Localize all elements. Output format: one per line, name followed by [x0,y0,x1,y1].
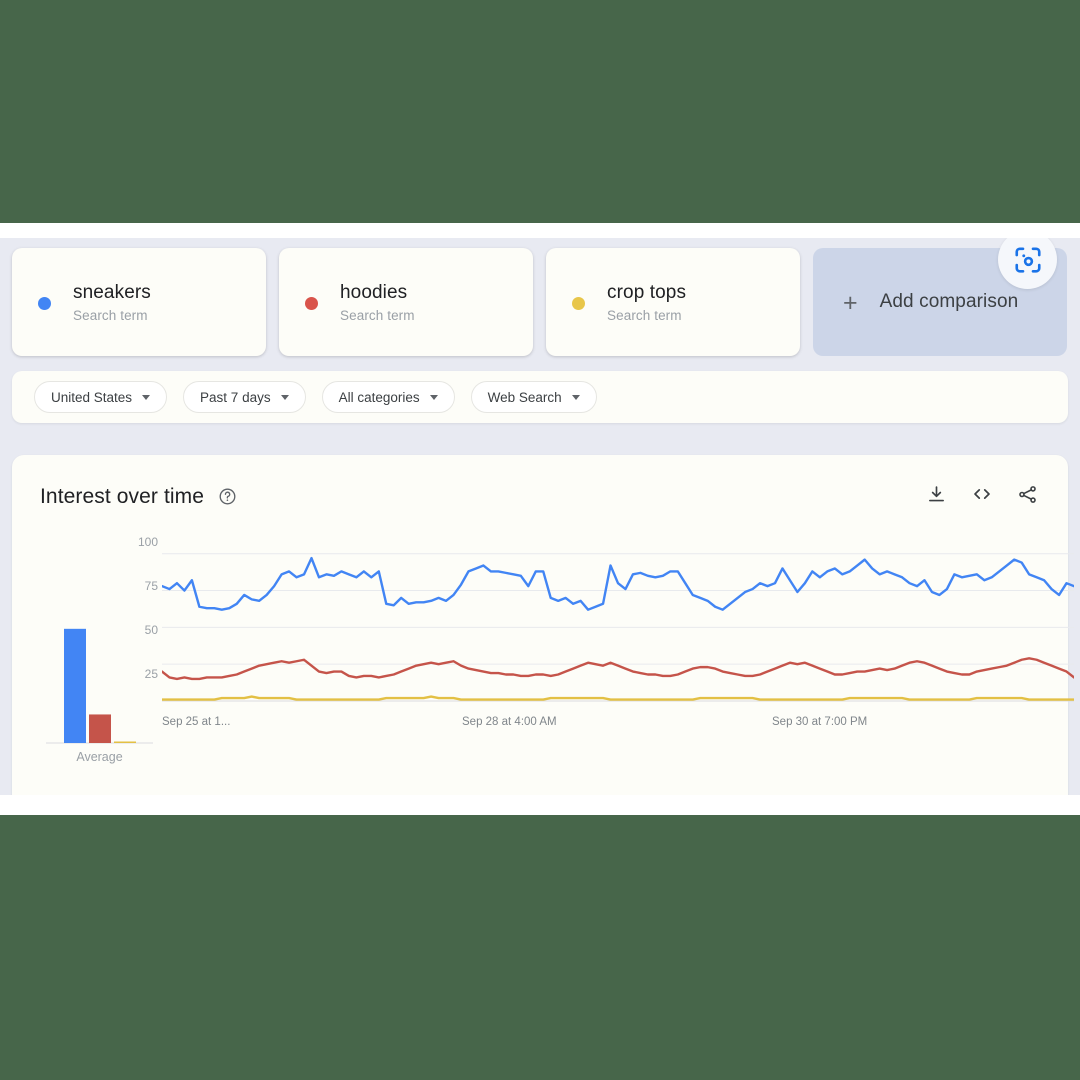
comparison-card-sneakers[interactable]: sneakers Search term [12,248,266,356]
filter-time-range-label: Past 7 days [200,389,271,405]
share-icon[interactable] [1017,484,1038,510]
x-tick-label: Sep 30 at 7:00 PM [772,716,868,728]
average-bars-svg [46,628,153,744]
x-tick-label: Sep 28 at 4:00 AM [462,716,557,728]
comparison-term-subtitle: Search term [607,307,682,323]
filter-bar: United States Past 7 days All categories… [12,371,1068,423]
y-tick-100: 100 [137,535,158,549]
comparison-card-hoodies[interactable]: hoodies Search term [279,248,533,356]
x-tick-label: Sep 25 at 1... [162,716,231,728]
chevron-down-icon [280,394,289,400]
filter-category-label: All categories [338,389,420,405]
google-lens-icon[interactable] [998,238,1057,289]
comparison-term-name: hoodies [340,282,408,304]
letterbox-bottom [0,815,1080,1080]
download-icon[interactable] [926,484,947,510]
y-tick-50: 50 [144,623,158,637]
comparison-term-name: sneakers [73,282,151,304]
chevron-down-icon [429,394,438,400]
comparison-term-subtitle: Search term [340,307,415,323]
filter-search-type[interactable]: Web Search [470,381,597,413]
comparison-term-subtitle: Search term [73,307,148,323]
series-color-dot-sneakers [38,296,51,310]
chart-header: Interest over time [12,455,1068,510]
page-title: Interest over time [40,484,205,508]
comparison-term-name: crop tops [607,282,687,304]
interest-over-time-card: Interest over time Average 100 75 50 25 … [12,455,1074,795]
add-comparison-label: Add comparison [879,291,1019,312]
google-trends-app: sneakers Search term hoodies Search term… [0,238,1080,795]
filter-search-type-label: Web Search [487,389,562,405]
average-label: Average [76,750,123,764]
time-series-svg [162,553,1074,702]
filter-location[interactable]: United States [34,381,168,413]
filter-category[interactable]: All categories [321,381,455,413]
add-comparison-button[interactable]: + Add comparison [813,238,1067,356]
y-tick-75: 75 [144,579,158,593]
comparison-card-row: sneakers Search term hoodies Search term… [0,238,1080,356]
chevron-down-icon [571,394,580,400]
chart-actions [926,483,1038,510]
time-series-chart[interactable]: 100 75 50 25 Sep 25 at 1... Sep 28 at 4:… [138,533,1074,795]
white-strip-bottom [0,795,1080,815]
plot-area: Average 100 75 50 25 Sep 25 at 1... Sep … [12,533,1074,795]
help-circle-icon[interactable] [218,487,237,506]
embed-code-icon[interactable] [971,483,993,510]
filter-time-range[interactable]: Past 7 days [183,381,306,413]
white-strip-top [0,223,1080,238]
chevron-down-icon [142,394,151,400]
letterbox-top [0,0,1080,223]
series-color-dot-hoodies [305,296,318,310]
filter-location-label: United States [51,389,133,405]
y-tick-25: 25 [144,667,158,681]
plus-icon: + [843,288,858,317]
series-color-dot-crop-tops [572,296,585,310]
comparison-card-crop-tops[interactable]: crop tops Search term [546,248,800,356]
